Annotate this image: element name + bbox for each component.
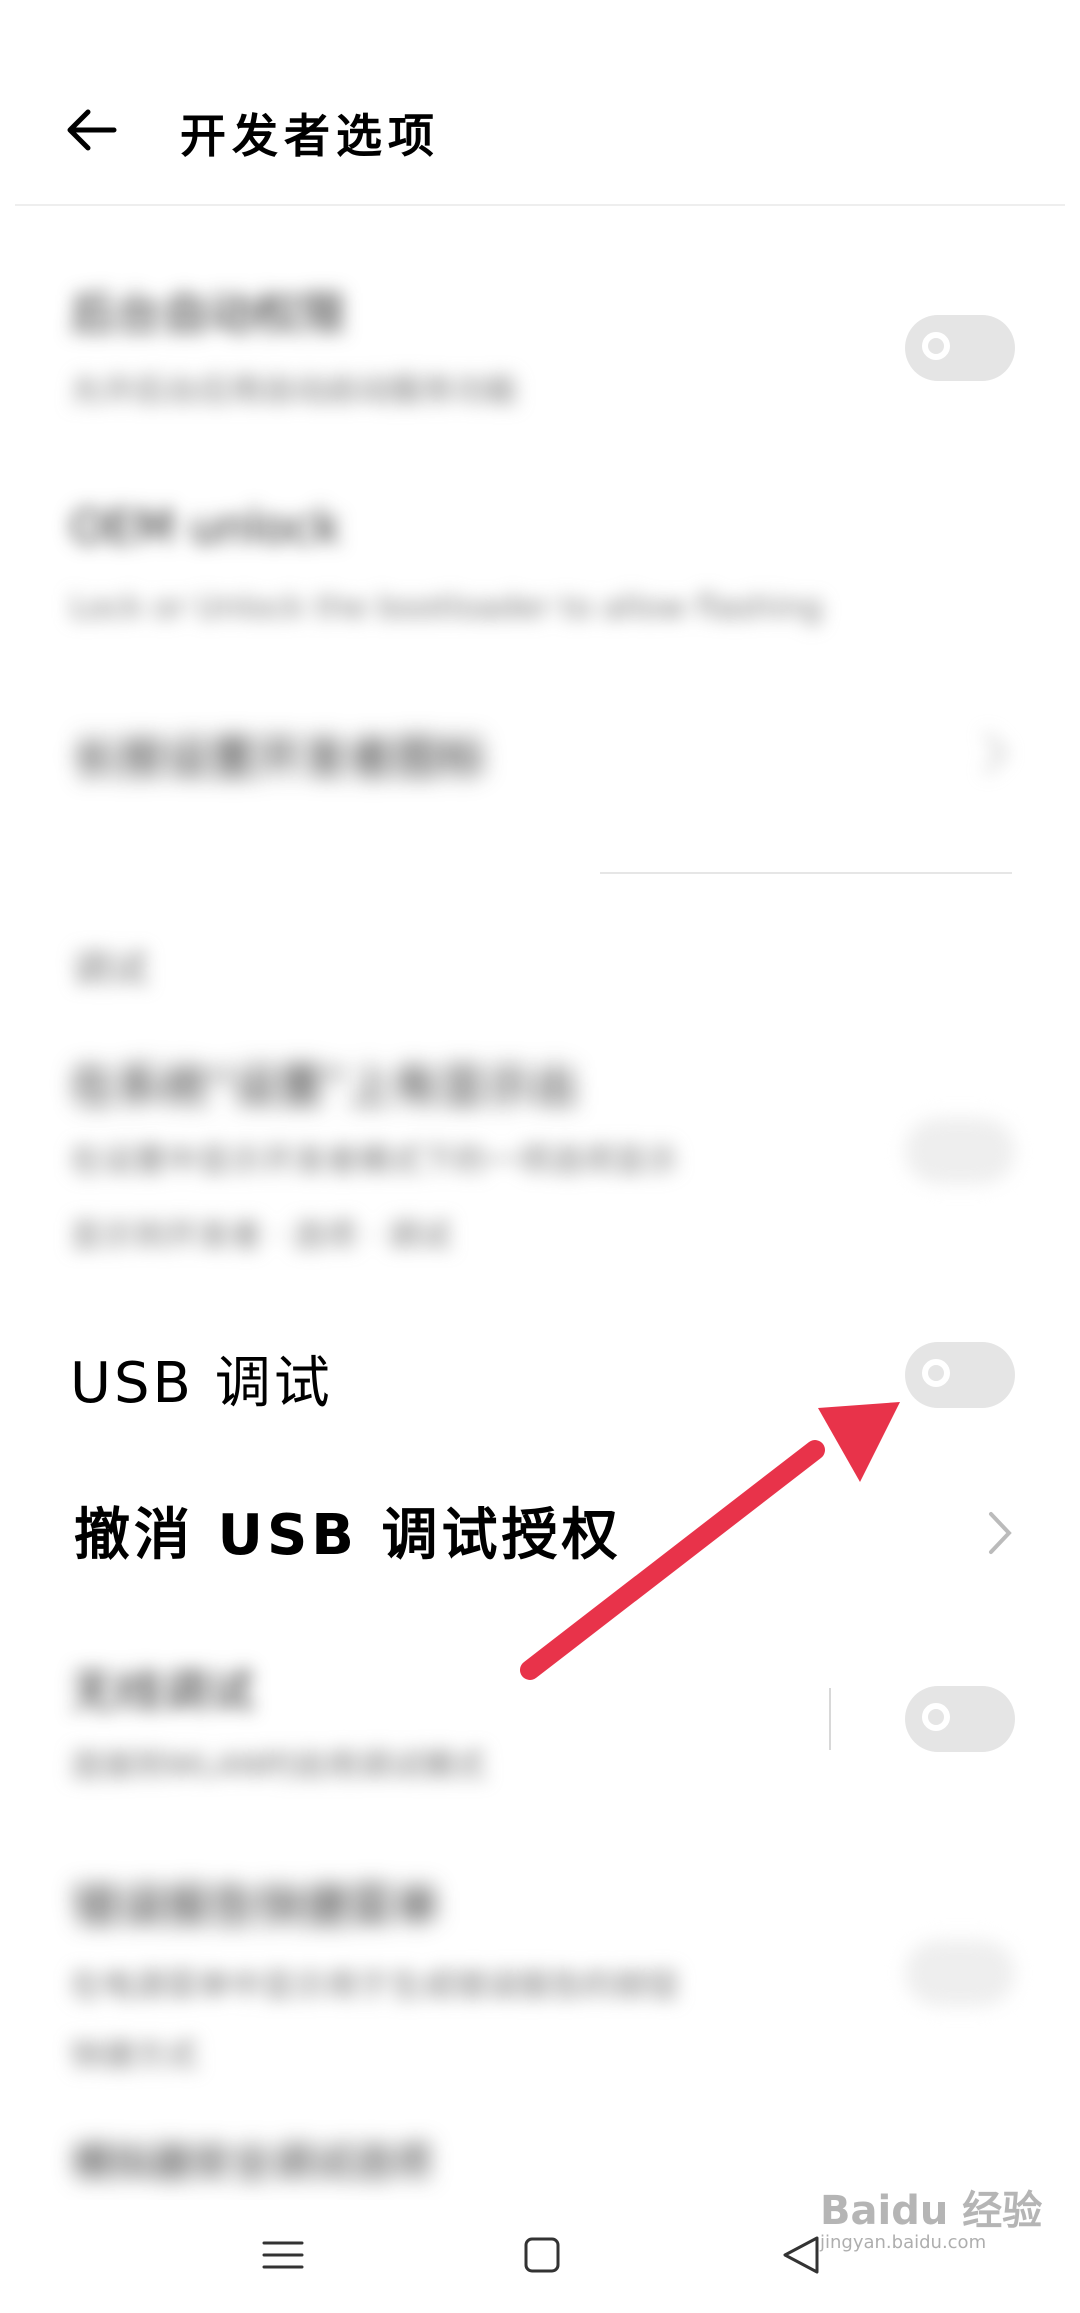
toggle-switch[interactable] <box>905 1686 1015 1752</box>
toggle-switch[interactable] <box>905 315 1015 381</box>
item-title: 在系统“设置”上有显示出 <box>70 1059 578 1113</box>
item-subtitle-2: 显示到开发者 · 选项 · 调试 <box>70 1216 452 1254</box>
item-subtitle: 允许后台应用自动启动服务功能 <box>70 371 519 409</box>
chevron-right-icon <box>989 1512 1012 1554</box>
chevron-right-icon <box>984 732 1007 774</box>
item-title: OEM unlock <box>70 500 341 554</box>
home-button[interactable] <box>497 2210 587 2300</box>
baidu-watermark: Baidu 经验 <box>820 2188 1043 2234</box>
recents-button[interactable] <box>238 2210 328 2300</box>
item-subtitle: 连接到WLAN时启用调试模式 <box>70 1746 487 1784</box>
item-title: 错误报告快捷菜单 <box>72 1879 440 1933</box>
item-title: 模拟器安全调试选项 <box>72 2140 432 2186</box>
header-divider <box>15 204 1065 206</box>
vertical-separator <box>829 1688 831 1750</box>
toggle-knob <box>922 1359 950 1387</box>
item-subtitle-2: 快捷方式 <box>70 2036 199 2074</box>
toggle-knob <box>922 332 950 360</box>
item-subtitle: 在设置中显示开发者模式下的一项选项显示 <box>70 1141 679 1179</box>
toggle-switch[interactable] <box>905 1118 1015 1184</box>
item-subtitle: Lock or Unlock the bootloader to allow f… <box>70 588 823 626</box>
item-subtitle: 在电源菜单中显示用于生成错误报告的按钮 <box>70 1966 679 2004</box>
back-button[interactable] <box>62 98 126 162</box>
usb-debugging-label: USB 调试 <box>70 1351 333 1416</box>
home-square-icon <box>524 2237 560 2273</box>
item-title: 长按设置开发者图标 <box>72 731 486 785</box>
menu-lines-icon <box>262 2241 304 2269</box>
toggle-switch[interactable] <box>905 1940 1015 2006</box>
page-title: 开发者选项 <box>180 109 440 163</box>
top-bar: 开发者选项 <box>0 0 1080 206</box>
section-divider <box>600 872 1012 874</box>
item-title: 无线调试 <box>70 1664 254 1718</box>
item-title: 后台自动权限 <box>70 287 346 341</box>
toggle-knob <box>922 1703 950 1731</box>
usb-debugging-toggle[interactable] <box>905 1342 1015 1408</box>
section-label: 调试 <box>72 947 149 991</box>
arrow-left-icon <box>67 109 117 151</box>
revoke-usb-authorization-label: 撤消 USB 调试授权 <box>74 1503 622 1568</box>
baidu-watermark-url: jingyan.baidu.com <box>820 2232 987 2253</box>
